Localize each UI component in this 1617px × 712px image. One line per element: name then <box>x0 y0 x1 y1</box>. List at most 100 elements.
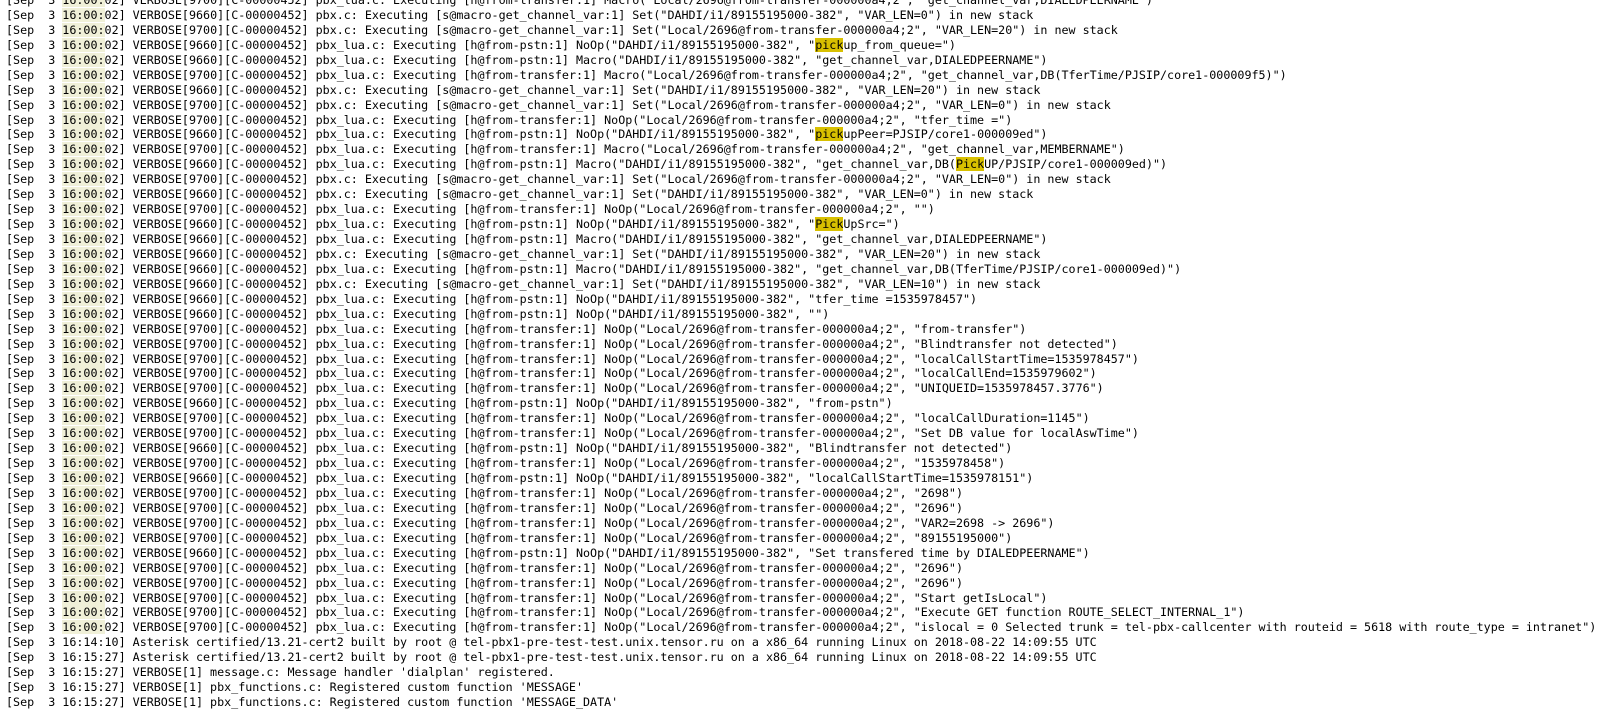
log-text: [Sep 3 <box>6 246 63 261</box>
search-match-highlight: pick <box>815 127 844 142</box>
time-highlight: 16:00: <box>62 202 105 217</box>
log-line: [Sep 3 16:00:02] VERBOSE[9700][C-0000045… <box>6 605 1617 620</box>
log-text: 02] VERBOSE[9700][C-00000452] pbx_lua.c:… <box>104 142 1125 157</box>
log-line: [Sep 3 16:00:02] VERBOSE[9700][C-0000045… <box>6 620 1617 635</box>
time-highlight: 16:00: <box>62 291 105 306</box>
log-text: [Sep 3 <box>6 37 63 52</box>
time-highlight: 16:00: <box>62 411 105 426</box>
log-line: [Sep 3 16:14:10] Asterisk certified/13.2… <box>6 635 1617 650</box>
log-line: [Sep 3 16:00:02] VERBOSE[9700][C-0000045… <box>6 0 1617 8</box>
time-highlight: 16:00: <box>62 232 105 246</box>
log-text: [Sep 3 <box>6 620 63 635</box>
log-line: [Sep 3 16:15:27] Asterisk certified/13.2… <box>6 650 1617 665</box>
log-text: [Sep 3 <box>6 471 63 485</box>
log-line: [Sep 3 16:00:02] VERBOSE[9660][C-0000045… <box>6 232 1617 247</box>
time-highlight: 16:00: <box>62 351 105 366</box>
terminal-window[interactable]: [Sep 3 16:00:02] VERBOSE[9700][C-0000045… <box>0 0 1617 712</box>
time-highlight: 16:00: <box>62 261 105 276</box>
log-text: 02] VERBOSE[9700][C-00000452] pbx_lua.c:… <box>104 530 1013 545</box>
log-line: [Sep 3 16:15:27] VERBOSE[1] pbx_function… <box>6 680 1617 695</box>
log-text: 02] VERBOSE[9660][C-00000452] pbx.c: Exe… <box>104 82 1041 97</box>
time-highlight: 16:00: <box>62 246 105 261</box>
log-text: 02] VERBOSE[9700][C-00000452] pbx.c: Exe… <box>104 97 1111 112</box>
log-line: [Sep 3 16:00:02] VERBOSE[9660][C-0000045… <box>6 441 1617 456</box>
log-text: 02] VERBOSE[9700][C-00000452] pbx_lua.c:… <box>104 202 935 217</box>
time-highlight: 16:00: <box>62 426 105 441</box>
log-text: [Sep 3 <box>6 306 63 321</box>
log-text: 02] VERBOSE[9700][C-00000452] pbx_lua.c:… <box>104 112 1013 127</box>
log-text: [Sep 3 <box>6 321 63 336</box>
log-text: [Sep 3 <box>6 217 63 232</box>
log-line: [Sep 3 16:00:02] VERBOSE[9700][C-0000045… <box>6 515 1617 531</box>
time-highlight: 16:00: <box>62 456 105 471</box>
log-text: 02] VERBOSE[9660][C-00000452] pbx_lua.c:… <box>104 37 816 52</box>
log-text: upPeer=PJSIP/core1-000009ed") <box>843 127 1048 142</box>
time-highlight: 16:00: <box>62 37 105 52</box>
log-text: [Sep 3 <box>6 605 63 620</box>
time-highlight: 16:00: <box>62 500 105 515</box>
log-line: [Sep 3 16:00:02] VERBOSE[9700][C-0000045… <box>6 426 1617 441</box>
log-text: [Sep 3 16:15:27] VERBOSE[1] pbx_function… <box>6 680 583 695</box>
time-highlight: 16:00: <box>62 276 105 291</box>
log-text: 02] VERBOSE[9700][C-00000452] pbx_lua.c:… <box>104 336 1118 351</box>
log-text: [Sep 3 <box>6 261 63 276</box>
log-text: 02] VERBOSE[9700][C-00000452] pbx_lua.c:… <box>104 515 1055 530</box>
time-highlight: 16:00: <box>62 530 105 545</box>
log-text: 02] VERBOSE[9700][C-00000452] pbx_lua.c:… <box>104 321 1027 336</box>
log-text: [Sep 3 <box>6 22 63 37</box>
log-text: [Sep 3 <box>6 575 63 590</box>
log-text: [Sep 3 <box>6 530 63 545</box>
log-text: 02] VERBOSE[9660][C-00000452] pbx_lua.c:… <box>104 396 893 411</box>
log-text: [Sep 3 16:15:27] Asterisk certified/13.2… <box>6 650 1097 665</box>
log-text: [Sep 3 <box>6 485 63 500</box>
log-text: 02] VERBOSE[9700][C-00000452] pbx.c: Exe… <box>104 172 1111 187</box>
log-line: [Sep 3 16:00:02] VERBOSE[9700][C-0000045… <box>6 97 1617 113</box>
time-highlight: 16:00: <box>62 545 105 560</box>
log-line: [Sep 3 16:00:02] VERBOSE[9660][C-0000045… <box>6 7 1617 23</box>
log-line: [Sep 3 16:00:02] VERBOSE[9700][C-0000045… <box>6 172 1617 187</box>
log-text: 02] VERBOSE[9660][C-00000452] pbx_lua.c:… <box>104 545 1090 560</box>
log-line: [Sep 3 16:00:02] VERBOSE[9660][C-0000045… <box>6 82 1617 98</box>
time-highlight: 16:00: <box>62 187 105 202</box>
log-text: [Sep 3 <box>6 52 63 67</box>
log-text: [Sep 3 <box>6 142 63 157</box>
log-line: [Sep 3 16:00:02] VERBOSE[9700][C-0000045… <box>6 366 1617 381</box>
log-line: [Sep 3 16:00:02] VERBOSE[9700][C-0000045… <box>6 202 1617 217</box>
log-text: 02] VERBOSE[9700][C-00000452] pbx_lua.c:… <box>104 485 963 500</box>
time-highlight: 16:00: <box>62 321 105 336</box>
log-line: [Sep 3 16:00:02] VERBOSE[9660][C-0000045… <box>6 396 1617 411</box>
log-text: [Sep 3 <box>6 276 63 291</box>
log-output: [Sep 3 16:00:02] VERBOSE[9700][C-0000045… <box>6 0 1617 710</box>
search-match-highlight: pick <box>815 37 844 52</box>
time-highlight: 16:00: <box>62 366 105 381</box>
log-text: 02] VERBOSE[9700][C-00000452] pbx.c: Exe… <box>104 22 1118 37</box>
log-text: [Sep 3 <box>6 560 63 575</box>
log-line: [Sep 3 16:00:02] VERBOSE[9660][C-0000045… <box>6 52 1617 68</box>
time-highlight: 16:00: <box>62 52 105 67</box>
time-highlight: 16:00: <box>62 127 105 142</box>
time-highlight: 16:00: <box>62 396 105 411</box>
log-line: [Sep 3 16:00:02] VERBOSE[9660][C-0000045… <box>6 261 1617 277</box>
log-text: 02] VERBOSE[9700][C-00000452] pbx_lua.c:… <box>104 351 1139 366</box>
log-text: [Sep 3 <box>6 515 63 530</box>
log-text: [Sep 3 <box>6 456 63 471</box>
log-line: [Sep 3 16:00:02] VERBOSE[9700][C-0000045… <box>6 590 1617 606</box>
log-line: [Sep 3 16:00:02] VERBOSE[9700][C-0000045… <box>6 381 1617 396</box>
log-text: 02] VERBOSE[9700][C-00000452] pbx_lua.c:… <box>104 426 1139 441</box>
time-highlight: 16:00: <box>62 381 105 396</box>
log-text: 02] VERBOSE[9700][C-00000452] pbx_lua.c:… <box>104 0 1153 7</box>
search-match-highlight: Pick <box>955 157 985 172</box>
log-text: [Sep 3 <box>6 426 63 441</box>
log-line: [Sep 3 16:00:02] VERBOSE[9700][C-0000045… <box>6 411 1617 426</box>
time-highlight: 16:00: <box>62 112 105 127</box>
time-highlight: 16:00: <box>62 22 105 37</box>
log-line: [Sep 3 16:00:02] VERBOSE[9700][C-0000045… <box>6 575 1617 591</box>
log-line: [Sep 3 16:00:02] VERBOSE[9700][C-0000045… <box>6 336 1617 352</box>
time-highlight: 16:00: <box>62 515 105 530</box>
log-line: [Sep 3 16:00:02] VERBOSE[9700][C-0000045… <box>6 321 1617 337</box>
log-text: [Sep 3 <box>6 351 63 366</box>
log-text: [Sep 3 <box>6 112 63 127</box>
log-text: 02] VERBOSE[9660][C-00000452] pbx.c: Exe… <box>104 187 1034 202</box>
log-text: [Sep 3 <box>6 291 63 306</box>
log-line: [Sep 3 16:00:02] VERBOSE[9660][C-0000045… <box>6 217 1617 232</box>
